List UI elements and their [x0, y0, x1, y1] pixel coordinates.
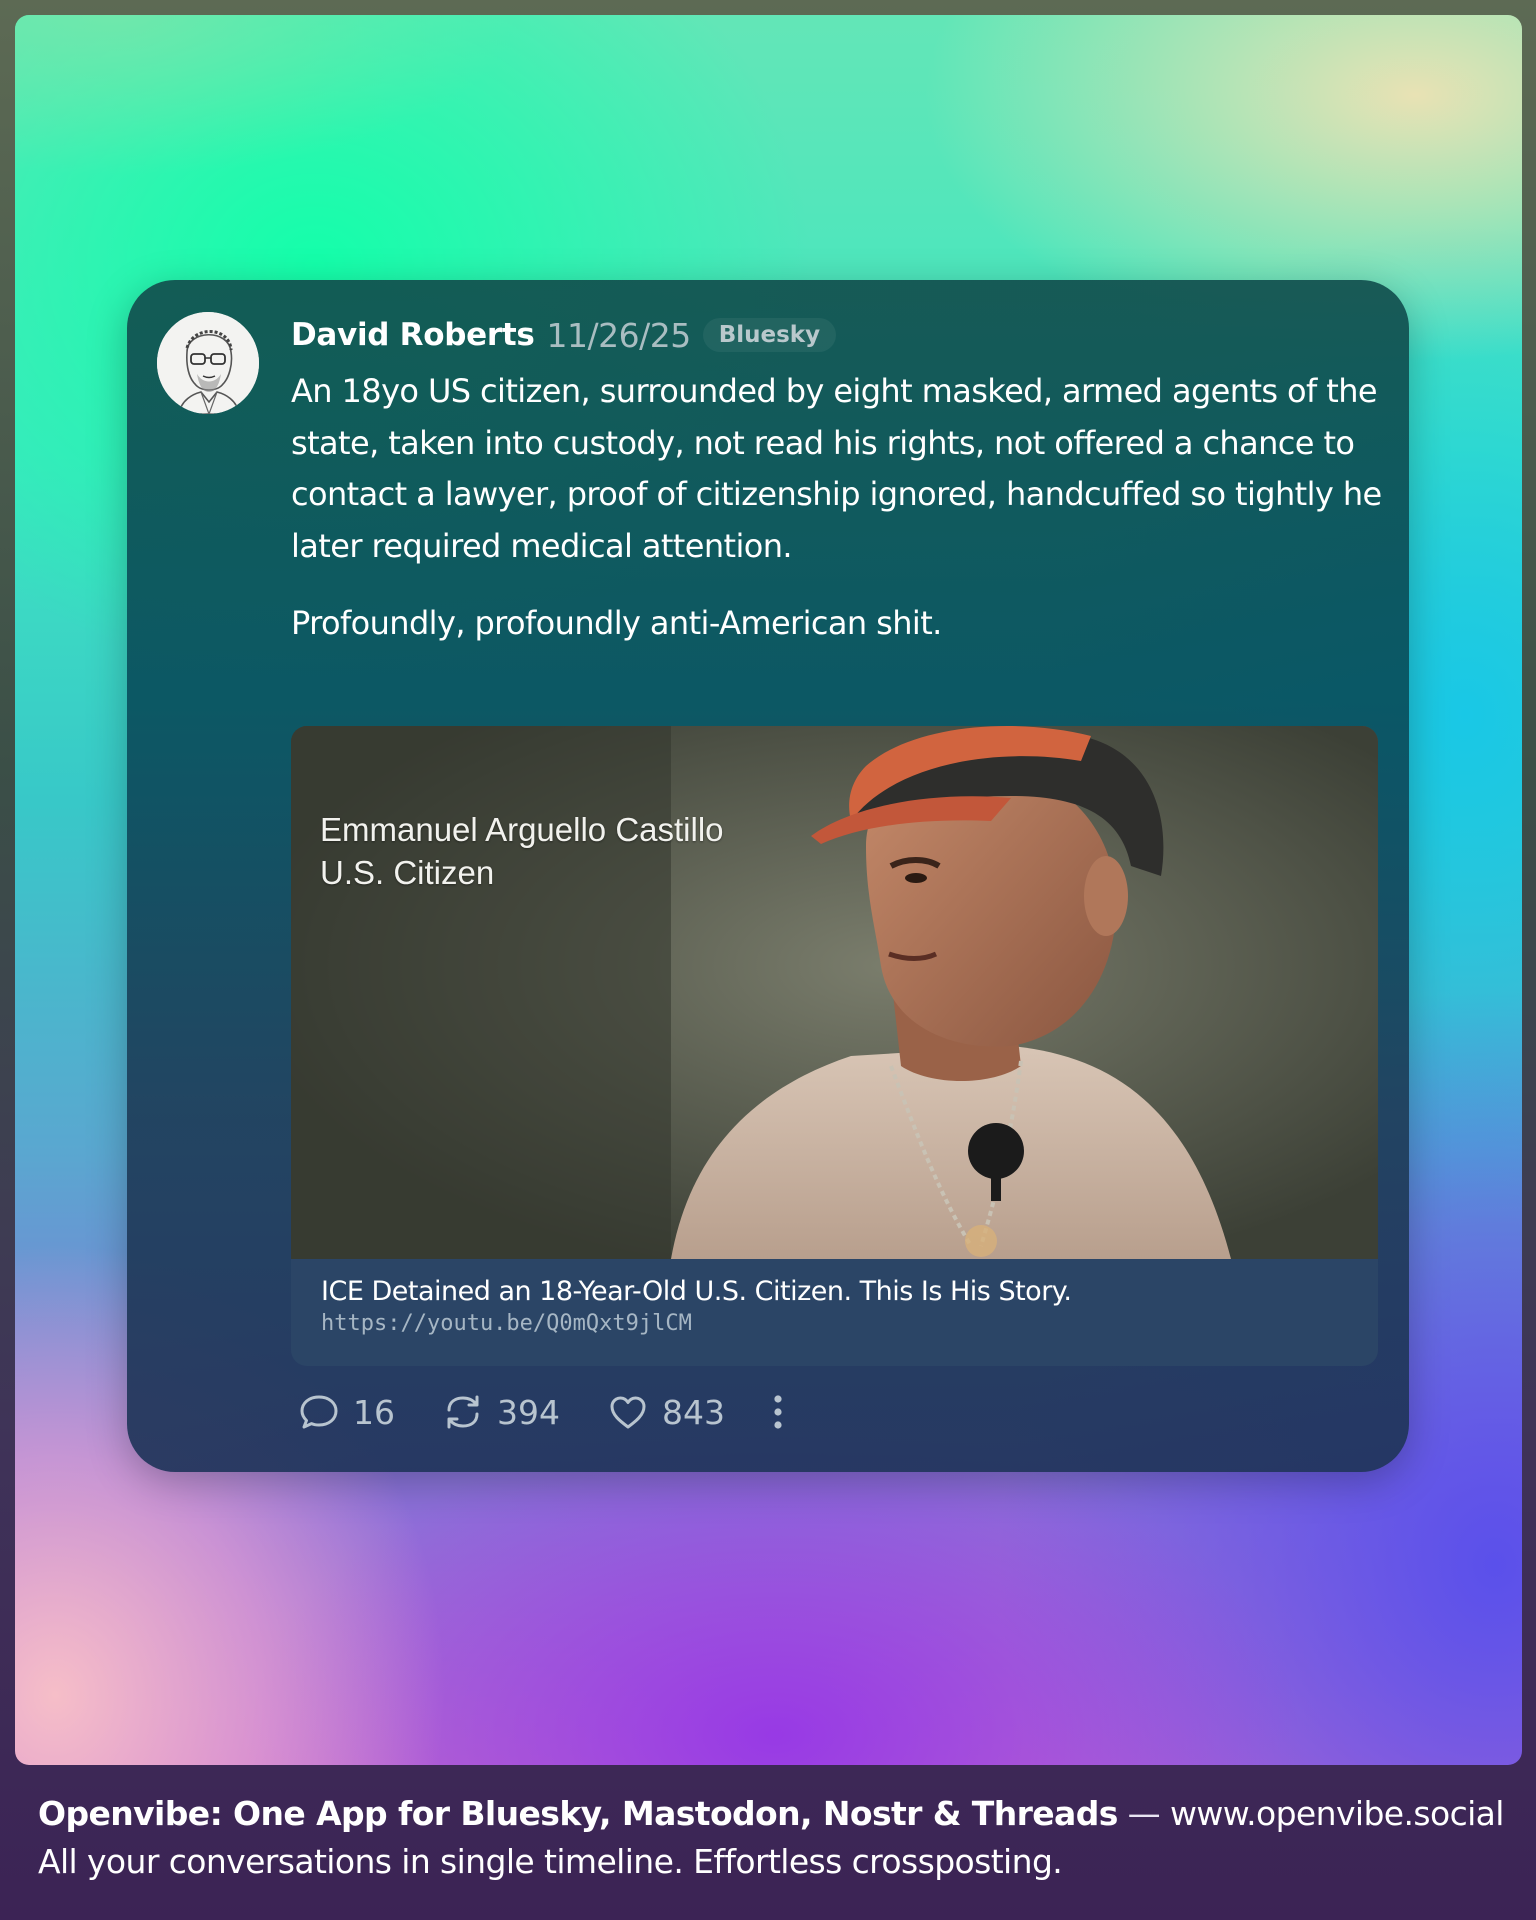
like-button[interactable]: 843	[606, 1390, 725, 1434]
post-paragraph: An 18yo US citizen, surrounded by eight …	[291, 372, 1382, 565]
heart-icon	[610, 1396, 646, 1429]
thumbnail-caption: Emmanuel Arguello Castillo U.S. Citizen	[320, 808, 724, 894]
link-url[interactable]: https://youtu.be/Q0mQxt9jlCM	[321, 1311, 1351, 1336]
speech-bubble-icon	[300, 1395, 338, 1429]
post-actions: 16 394 843	[297, 1388, 785, 1436]
like-count: 843	[662, 1392, 725, 1432]
post-header: David Roberts 11/26/25 Bluesky	[291, 310, 837, 360]
footer-site-link[interactable]: www.openvibe.social	[1170, 1794, 1505, 1833]
post-paragraph: Profoundly, profoundly anti-American shi…	[291, 604, 942, 642]
footer-separator: —	[1117, 1794, 1170, 1833]
post-body: An 18yo US citizen, surrounded by eight …	[291, 366, 1391, 650]
footer-headline: Openvibe: One App for Bluesky, Mastodon,…	[38, 1794, 1118, 1833]
vertical-dots-icon	[774, 1395, 782, 1429]
author-name[interactable]: David Roberts	[291, 317, 535, 353]
footer-line-1: Openvibe: One App for Bluesky, Mastodon,…	[38, 1790, 1508, 1838]
thumbnail-caption-subtitle: U.S. Citizen	[320, 854, 495, 891]
sketch-portrait-icon	[157, 312, 259, 414]
post-date[interactable]: 11/26/25	[547, 316, 692, 355]
reply-button[interactable]: 16	[297, 1390, 395, 1434]
footer-tagline: All your conversations in single timelin…	[38, 1842, 1063, 1881]
network-badge: Bluesky	[702, 318, 837, 352]
link-title[interactable]: ICE Detained an 18-Year-Old U.S. Citizen…	[321, 1276, 1351, 1307]
video-thumbnail[interactable]: Emmanuel Arguello Castillo U.S. Citizen	[291, 726, 1378, 1259]
link-preview-card[interactable]: Emmanuel Arguello Castillo U.S. Citizen …	[291, 726, 1378, 1366]
promo-footer: Openvibe: One App for Bluesky, Mastodon,…	[38, 1790, 1508, 1886]
person-portrait-illustration	[291, 726, 1378, 1259]
repost-count: 394	[497, 1392, 560, 1432]
more-options-button[interactable]	[771, 1390, 785, 1434]
post-card[interactable]: David Roberts 11/26/25 Bluesky An 18yo U…	[127, 280, 1409, 1472]
link-meta[interactable]: ICE Detained an 18-Year-Old U.S. Citizen…	[321, 1276, 1351, 1336]
repost-button[interactable]: 394	[441, 1390, 560, 1434]
reply-count: 16	[353, 1392, 395, 1432]
thumbnail-caption-name: Emmanuel Arguello Castillo	[320, 811, 724, 848]
author-avatar[interactable]	[157, 312, 259, 414]
gradient-highlight	[15, 15, 615, 215]
repost-arrows-icon	[447, 1395, 479, 1429]
